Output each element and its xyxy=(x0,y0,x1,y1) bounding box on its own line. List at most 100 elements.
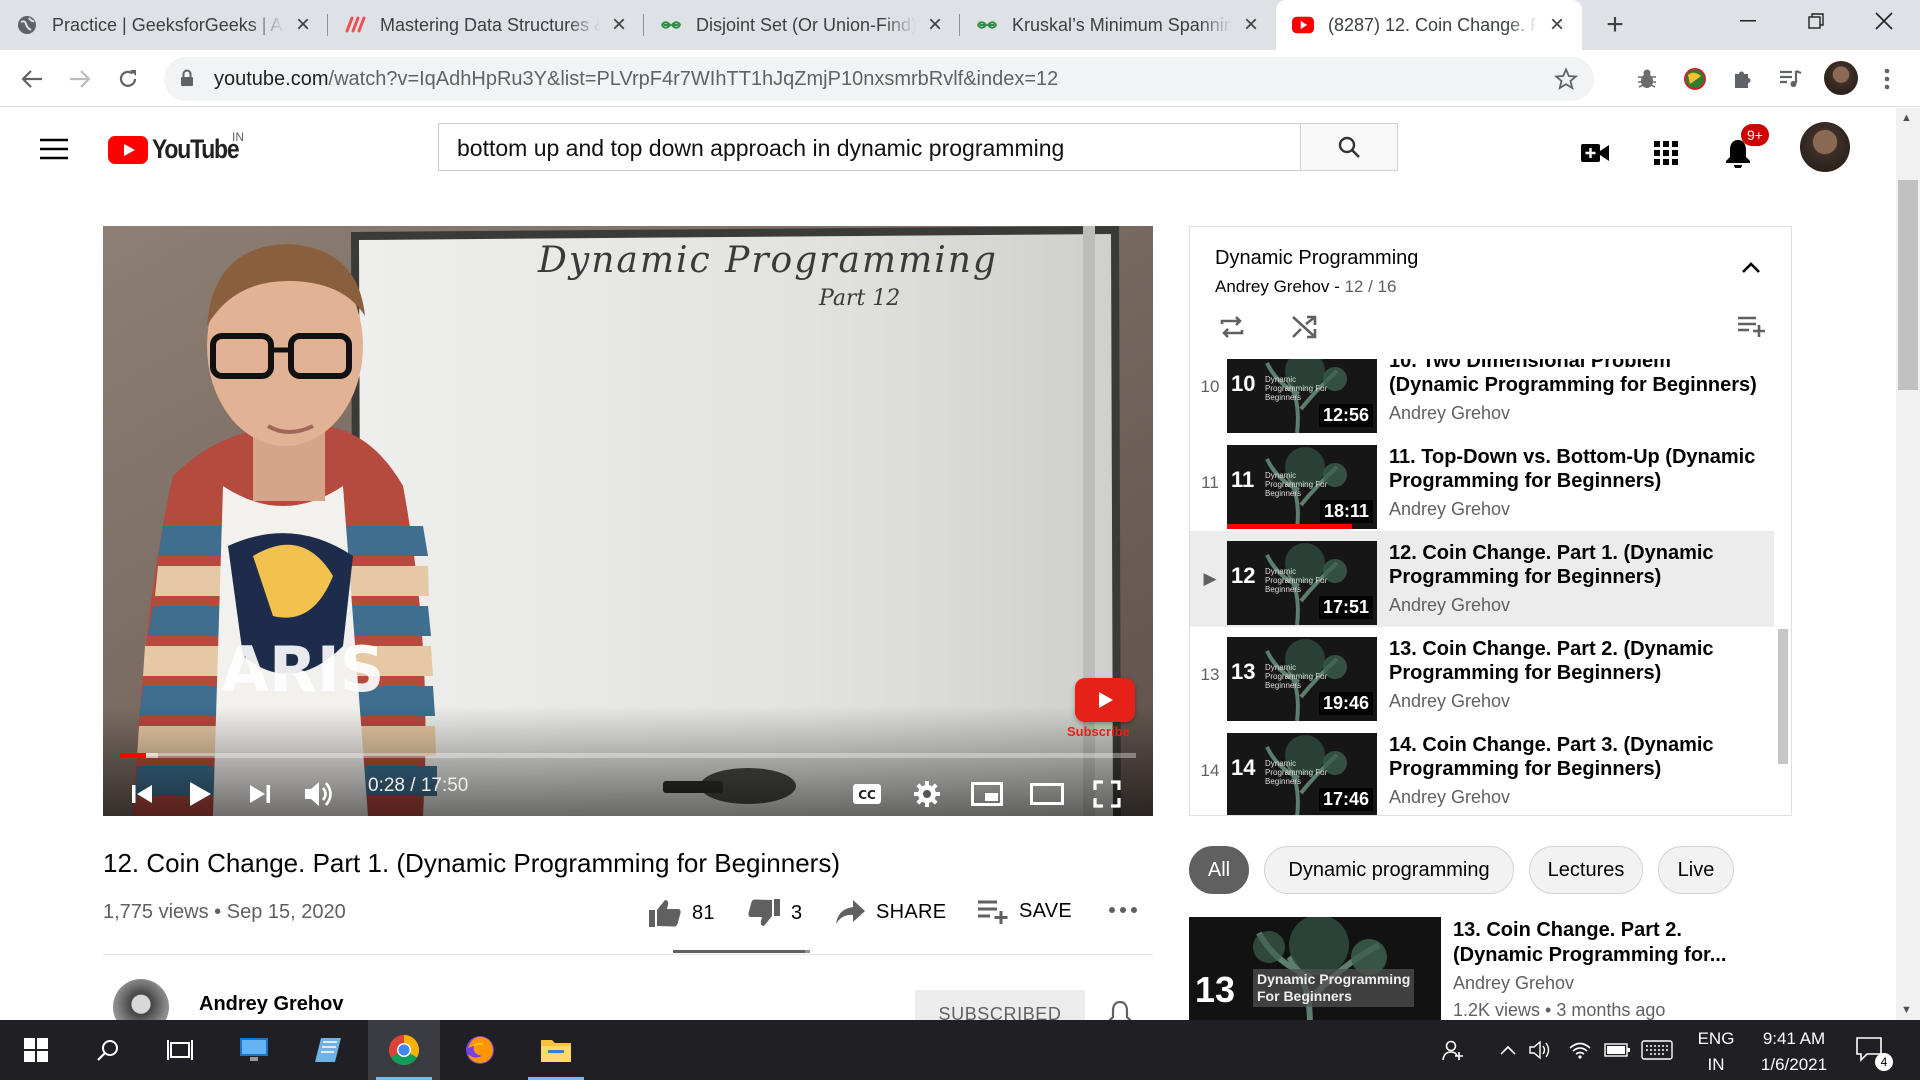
playlist-item-title-line2[interactable]: Programming for Beginners) xyxy=(1389,661,1774,685)
tab-mastering-data-structures[interactable]: Mastering Data Structures & × xyxy=(328,0,644,50)
close-tab-icon[interactable]: × xyxy=(1238,11,1264,38)
playlist-owner[interactable]: Andrey Grehov xyxy=(1215,277,1329,296)
tab-kruskal[interactable]: Kruskal’s Minimum Spannin × xyxy=(960,0,1276,50)
captions-button[interactable]: CC xyxy=(845,772,889,816)
more-actions-button[interactable] xyxy=(1108,906,1138,914)
collapse-chevron-up-icon[interactable] xyxy=(1742,261,1760,273)
start-button[interactable] xyxy=(0,1020,72,1080)
account-avatar[interactable] xyxy=(1800,122,1850,172)
playlist-item-thumbnail[interactable]: 11 Dynamic Programming For Beginners 18:… xyxy=(1227,445,1377,529)
chrome-menu-icon[interactable] xyxy=(1872,64,1902,94)
playlist-scrollbar-thumb[interactable] xyxy=(1778,629,1788,764)
progress-bar[interactable] xyxy=(120,753,1136,758)
share-button[interactable]: SHARE xyxy=(834,898,946,926)
scroll-down-arrow-icon[interactable]: ▼ xyxy=(1901,1004,1912,1016)
taskbar-file-explorer[interactable] xyxy=(520,1020,592,1080)
recommended-video-title[interactable]: 13. Coin Change. Part 2. (Dynamic Progra… xyxy=(1453,918,1753,968)
taskbar-firefox[interactable] xyxy=(444,1020,516,1080)
taskbar-remote-desktop[interactable] xyxy=(218,1020,290,1080)
playlist-item-thumbnail[interactable]: 12 Dynamic Programming For Beginners 17:… xyxy=(1227,541,1377,625)
chip-live[interactable]: Live xyxy=(1658,846,1734,894)
globe-extension-icon[interactable] xyxy=(1680,64,1710,94)
extensions-puzzle-icon[interactable] xyxy=(1728,64,1758,94)
next-video-button[interactable] xyxy=(238,772,282,816)
playlist-item-title-line2[interactable]: (Dynamic Programming for Beginners) xyxy=(1389,373,1774,397)
new-tab-button[interactable]: + xyxy=(1596,6,1634,44)
address-bar[interactable]: youtube.com/watch?v=IqAdhHpRu3Y&list=PLV… xyxy=(164,57,1594,101)
people-icon[interactable] xyxy=(1440,1038,1468,1062)
dislike-button[interactable]: 3 xyxy=(747,898,802,928)
channel-name[interactable]: Andrey Grehov xyxy=(199,993,343,1016)
keyboard-icon[interactable] xyxy=(1640,1038,1674,1062)
battery-icon[interactable] xyxy=(1604,1038,1632,1062)
lock-icon[interactable] xyxy=(180,69,194,87)
apps-grid-icon[interactable] xyxy=(1648,135,1684,171)
playlist-item-title-line1[interactable]: 12. Coin Change. Part 1. (Dynamic xyxy=(1389,541,1774,565)
playlist-title[interactable]: Dynamic Programming xyxy=(1215,247,1418,270)
subscribe-watermark-button[interactable] xyxy=(1075,678,1135,722)
chip-dynamic-programming[interactable]: Dynamic programming xyxy=(1264,846,1514,894)
taskbar-notes-app[interactable] xyxy=(292,1020,364,1080)
playlist-item[interactable]: 11 11 Dynamic Programming For Beginners … xyxy=(1190,445,1774,541)
loop-icon[interactable] xyxy=(1218,313,1246,341)
recommended-video-thumbnail[interactable]: 13 Dynamic Programming For Beginners xyxy=(1189,917,1441,1035)
chip-all[interactable]: All xyxy=(1189,846,1249,894)
youtube-logo[interactable]: YouTube IN xyxy=(108,130,254,165)
restore-button[interactable] xyxy=(1784,0,1848,42)
search-input[interactable]: bottom up and top down approach in dynam… xyxy=(438,123,1300,171)
playlist-item-thumbnail[interactable]: 14 Dynamic Programming For Beginners 17:… xyxy=(1227,733,1377,815)
back-button[interactable] xyxy=(14,61,50,97)
playlist-item-title-line2[interactable]: Programming for Beginners) xyxy=(1389,757,1774,781)
save-playlist-icon[interactable] xyxy=(1737,315,1767,337)
taskbar-chrome[interactable] xyxy=(368,1020,440,1080)
tab-geeksforgeeks-practice[interactable]: Practice | GeeksforGeeks | A × xyxy=(0,0,328,50)
close-tab-icon[interactable]: × xyxy=(290,11,316,38)
playlist-item-title-line1[interactable]: 10. Two Dimensional Problem xyxy=(1389,359,1774,373)
previous-video-button[interactable] xyxy=(120,772,164,816)
playlist-scrollbar[interactable] xyxy=(1774,359,1791,815)
playlist-item-thumbnail[interactable]: 13 Dynamic Programming For Beginners 19:… xyxy=(1227,637,1377,721)
fullscreen-button[interactable] xyxy=(1085,772,1129,816)
tab-youtube-active[interactable]: (8287) 12. Coin Change. Par × xyxy=(1276,0,1582,50)
page-scrollbar-thumb[interactable] xyxy=(1898,180,1918,390)
system-clock[interactable]: 9:41 AM 1/6/2021 xyxy=(1748,1026,1840,1078)
bug-extension-icon[interactable] xyxy=(1632,64,1662,94)
playlist-item-title-line1[interactable]: 14. Coin Change. Part 3. (Dynamic xyxy=(1389,733,1774,757)
playlist-item-current[interactable]: ▶ 12 Dynamic Programming For Beginners 1… xyxy=(1190,531,1774,627)
taskbar-search-button[interactable] xyxy=(72,1020,144,1080)
bookmark-star-icon[interactable] xyxy=(1554,67,1578,91)
search-button[interactable] xyxy=(1300,123,1398,171)
volume-icon[interactable] xyxy=(1526,1038,1554,1062)
video-player[interactable]: ARIS Dynamic Programming Part 12 Subscri… xyxy=(103,226,1153,816)
create-video-icon[interactable] xyxy=(1577,135,1613,171)
save-to-playlist-button[interactable]: SAVE xyxy=(977,898,1072,924)
close-window-button[interactable] xyxy=(1852,0,1916,42)
input-language[interactable]: ENG IN xyxy=(1693,1026,1739,1078)
menu-icon[interactable] xyxy=(40,138,68,160)
playlist-item[interactable]: 10 10 Dynamic Programming For Beginners … xyxy=(1190,359,1774,445)
shuffle-icon[interactable] xyxy=(1290,313,1318,341)
play-button[interactable] xyxy=(178,772,222,816)
reload-button[interactable] xyxy=(110,61,146,97)
playlist-item-title-line1[interactable]: 13. Coin Change. Part 2. (Dynamic xyxy=(1389,637,1774,661)
close-tab-icon[interactable]: × xyxy=(922,11,948,38)
playlist-item-title-line2[interactable]: Programming for Beginners) xyxy=(1389,469,1774,493)
chip-lectures[interactable]: Lectures xyxy=(1529,846,1643,894)
recommended-video-channel[interactable]: Andrey Grehov xyxy=(1453,973,1574,994)
media-control-icon[interactable] xyxy=(1775,64,1805,94)
close-tab-icon[interactable]: × xyxy=(606,11,632,38)
theater-mode-button[interactable] xyxy=(1025,772,1069,816)
mute-button[interactable] xyxy=(297,772,341,816)
tab-disjoint-set[interactable]: Disjoint Set (Or Union-Find) × xyxy=(644,0,960,50)
forward-button[interactable] xyxy=(62,61,98,97)
profile-avatar[interactable] xyxy=(1824,61,1858,95)
playlist-item-title-line2[interactable]: Programming for Beginners) xyxy=(1389,565,1774,589)
close-tab-icon[interactable]: × xyxy=(1544,11,1570,38)
minimize-button[interactable] xyxy=(1716,0,1780,42)
settings-button[interactable] xyxy=(905,772,949,816)
task-view-button[interactable] xyxy=(144,1020,216,1080)
wifi-icon[interactable] xyxy=(1566,1038,1594,1062)
playlist-item-title-line1[interactable]: 11. Top-Down vs. Bottom-Up (Dynamic xyxy=(1389,445,1774,469)
playlist-item[interactable]: 14 14 Dynamic Programming For Beginners … xyxy=(1190,733,1774,815)
show-hidden-icons-chevron-icon[interactable] xyxy=(1494,1038,1522,1062)
